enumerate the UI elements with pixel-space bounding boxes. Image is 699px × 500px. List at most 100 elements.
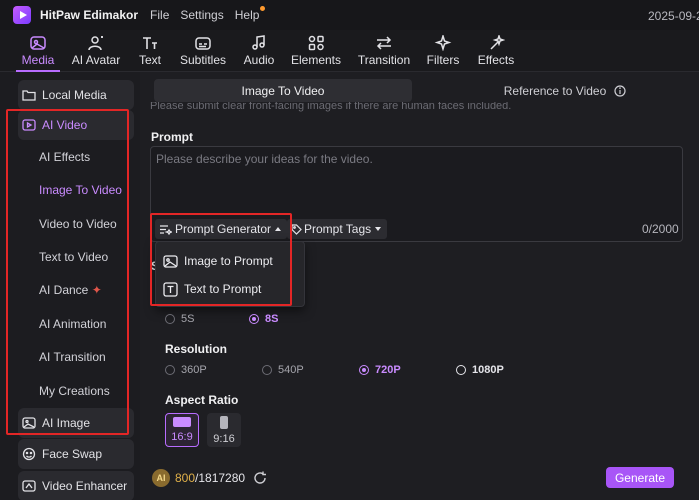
duration-option-8s[interactable]: 8S — [249, 313, 278, 325]
filters-icon — [434, 35, 452, 51]
radio-label: 360P — [181, 364, 207, 376]
transition-icon — [376, 36, 392, 50]
notification-dot — [260, 6, 266, 11]
credits-text: 800/1817280 — [175, 471, 245, 485]
sidebar-item-ai-video[interactable]: AI Video — [18, 110, 134, 140]
sidebar-sub-my-creations[interactable]: My Creations — [39, 384, 110, 398]
app-name: HitPaw Edimakor — [40, 8, 139, 22]
prompt-label: Prompt — [151, 130, 193, 144]
ai-video-icon — [22, 119, 36, 131]
prompt-generator-label: Prompt Generator — [175, 222, 272, 236]
info-icon[interactable] — [614, 84, 626, 97]
sidebar-sub-image-to-video[interactable]: Image To Video — [39, 183, 122, 197]
radio-button — [165, 314, 175, 324]
tool-ai-avatar[interactable]: AI Avatar — [68, 30, 124, 72]
sidebar-sub-label: AI Dance — [39, 283, 89, 297]
image-icon — [163, 254, 178, 268]
sidebar-sub-ai-dance[interactable]: AI Dance ✦ — [39, 283, 102, 297]
menu-item-image-to-prompt[interactable]: Image to Prompt — [163, 251, 273, 271]
media-icon — [30, 36, 46, 50]
resolution-option-720p[interactable]: 720P — [359, 364, 401, 376]
duration-option-5s[interactable]: 5S — [165, 313, 194, 325]
menu-item-label: Text to Prompt — [184, 282, 262, 296]
sidebar: Local Media AI Video AI Effects Image To… — [0, 72, 140, 500]
sidebar-sub-text-to-video[interactable]: Text to Video — [39, 250, 108, 264]
prompt-generator-button[interactable]: Prompt Generator — [155, 219, 288, 239]
ratio-label: 16:9 — [171, 431, 193, 443]
sidebar-sub-ai-transition[interactable]: AI Transition — [39, 350, 106, 364]
tool-subtitles[interactable]: Subtitles — [177, 30, 229, 72]
subtitles-icon — [195, 37, 211, 50]
sidebar-item-face-swap[interactable]: Face Swap — [18, 439, 134, 469]
credits-total: /1817280 — [195, 471, 246, 485]
radio-label: 540P — [278, 364, 304, 376]
sidebar-item-local-media[interactable]: Local Media — [18, 80, 134, 110]
prompt-tags-label: Prompt Tags — [304, 222, 372, 236]
main-toolbar: Media AI Avatar Text Subtitles Audio Ele… — [0, 30, 699, 72]
radio-button — [359, 365, 369, 375]
radio-button — [249, 314, 259, 324]
tool-filters[interactable]: Filters — [425, 30, 461, 72]
menu-file[interactable]: File — [150, 8, 169, 22]
sidebar-item-ai-image[interactable]: AI Image — [18, 408, 134, 438]
generate-button[interactable]: Generate — [606, 467, 674, 488]
app-logo — [13, 6, 31, 24]
tool-label: Text — [138, 53, 161, 67]
refresh-icon[interactable] — [253, 471, 267, 485]
resolution-label: Resolution — [165, 342, 227, 356]
face-notice: Please submit clear front-facing images … — [150, 102, 512, 112]
credits-display: AI 800/1817280 — [152, 468, 267, 488]
tool-label: Effects — [477, 53, 515, 67]
radio-button — [165, 365, 175, 375]
resolution-option-360p[interactable]: 360P — [165, 364, 207, 376]
tool-elements[interactable]: Elements — [290, 30, 342, 72]
caret-down-icon — [375, 227, 382, 231]
tool-label: Transition — [357, 53, 411, 67]
sidebar-item-video-enhancer[interactable]: Video Enhancer — [18, 471, 134, 500]
tool-label: Media — [21, 53, 55, 67]
text-box-icon — [163, 281, 178, 297]
menu-item-label: Image to Prompt — [184, 254, 273, 268]
radio-label: 720P — [375, 364, 401, 376]
radio-button — [456, 365, 466, 375]
sidebar-sub-ai-effects[interactable]: AI Effects — [39, 150, 90, 164]
menu-help[interactable]: Help — [234, 6, 266, 22]
title-date: 2025-09-2 — [648, 9, 699, 23]
radio-label: 1080P — [472, 364, 504, 376]
radio-label: 5S — [181, 313, 195, 325]
sidebar-item-label: Face Swap — [42, 447, 103, 461]
menu-item-text-to-prompt[interactable]: Text to Prompt — [163, 279, 261, 299]
sidebar-item-label: AI Video — [42, 118, 88, 132]
radio-button — [262, 365, 272, 375]
aspect-option-9-16[interactable]: 9:16 — [207, 413, 241, 447]
folder-icon — [22, 90, 36, 101]
resolution-option-1080p[interactable]: 1080P — [456, 364, 504, 376]
char-counter: 0/2000 — [642, 222, 679, 236]
tool-effects[interactable]: Effects — [476, 30, 516, 72]
tool-media[interactable]: Media — [16, 30, 60, 72]
coin-icon: AI — [152, 469, 170, 487]
sidebar-item-label: AI Image — [42, 416, 91, 430]
sidebar-sub-video-to-video[interactable]: Video to Video — [39, 217, 117, 231]
tab-image-to-video[interactable]: Image To Video — [154, 79, 412, 102]
tool-text[interactable]: Text — [135, 30, 165, 72]
title-bar: HitPaw Edimakor File Settings Help — [0, 0, 699, 30]
landscape-icon — [173, 417, 191, 427]
credits-used: 800 — [175, 471, 196, 485]
sidebar-sub-ai-animation[interactable]: AI Animation — [39, 317, 106, 331]
video-enhancer-icon — [22, 480, 36, 492]
resolution-option-540p[interactable]: 540P — [262, 364, 304, 376]
face-swap-icon — [22, 447, 36, 461]
prompt-tags-button[interactable]: Prompt Tags — [287, 219, 388, 239]
aspect-option-16-9[interactable]: 16:9 — [165, 413, 199, 447]
tool-audio[interactable]: Audio — [241, 30, 277, 72]
tool-transition[interactable]: Transition — [355, 30, 413, 72]
prompt-input[interactable] — [156, 152, 676, 212]
tool-label: Subtitles — [179, 53, 227, 67]
menu-help-label: Help — [234, 8, 260, 22]
menu-settings[interactable]: Settings — [180, 8, 223, 22]
sidebar-item-label: Video Enhancer — [42, 479, 128, 493]
caret-up-icon — [275, 227, 282, 231]
tag-icon — [291, 223, 302, 235]
tab-reference-to-video[interactable]: Reference to Video — [450, 79, 680, 102]
